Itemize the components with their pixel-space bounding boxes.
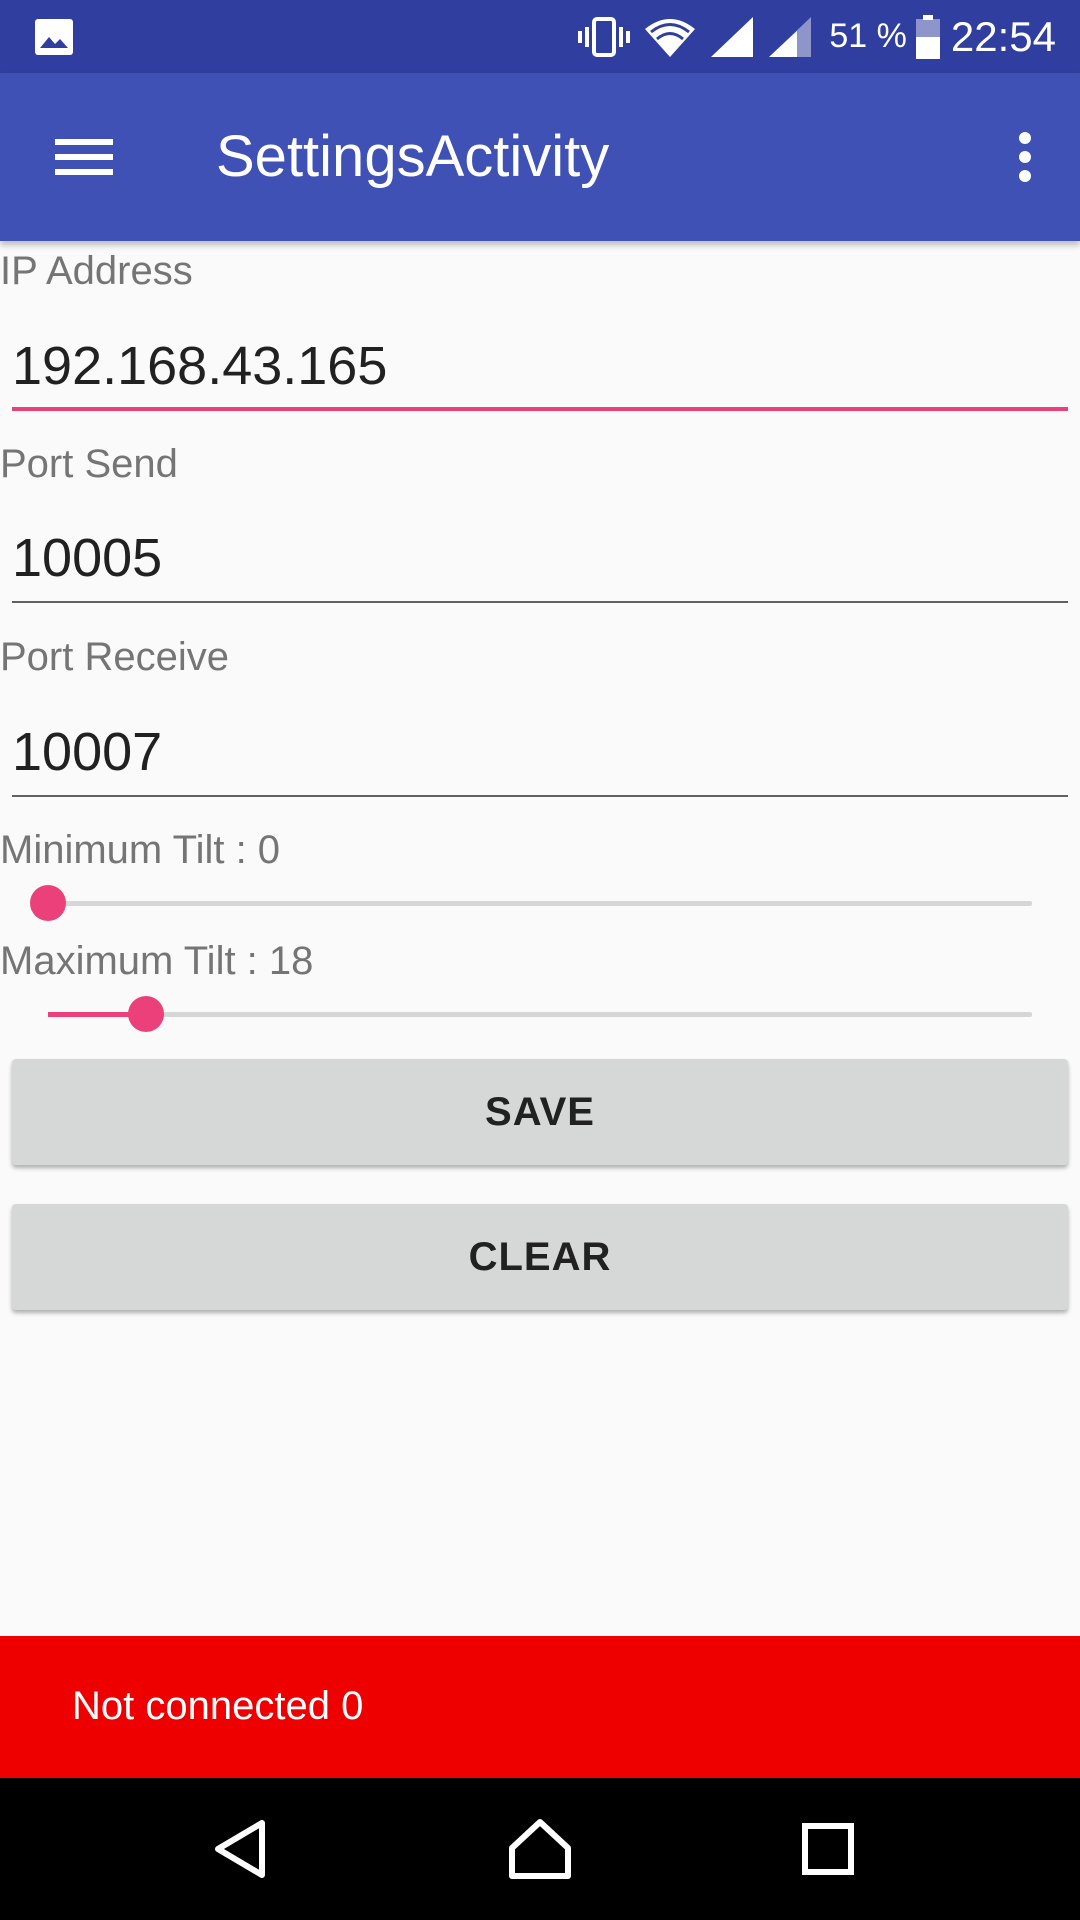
more-vert-icon <box>1019 132 1031 182</box>
page-title: SettingsActivity <box>216 124 610 189</box>
minimum-tilt-label: Minimum Tilt : 0 <box>0 828 281 872</box>
gallery-icon <box>35 19 73 55</box>
signal-icon <box>711 16 754 57</box>
back-button[interactable] <box>190 1799 290 1899</box>
port-receive-input[interactable]: 10007 <box>12 707 1068 797</box>
connection-status-snackbar: Not connected 0 <box>0 1636 1080 1778</box>
minimum-tilt-slider[interactable] <box>30 885 1032 921</box>
back-icon <box>215 1820 265 1878</box>
maximum-tilt-thumb[interactable] <box>128 996 164 1032</box>
port-send-label: Port Send <box>0 442 178 486</box>
status-bar: 51 % 22:54 <box>0 0 1080 73</box>
clock: 22:54 <box>950 12 1056 60</box>
save-button[interactable]: SAVE <box>12 1059 1068 1165</box>
port-send-input[interactable]: 10005 <box>12 513 1068 603</box>
minimum-tilt-thumb[interactable] <box>30 885 66 921</box>
maximum-tilt-slider[interactable] <box>48 996 1032 1032</box>
ip-address-label: IP Address <box>0 249 193 293</box>
connection-status-text: Not connected 0 <box>72 1684 364 1728</box>
menu-button[interactable] <box>40 117 128 197</box>
clear-button[interactable]: CLEAR <box>12 1204 1068 1310</box>
home-icon <box>509 1819 571 1879</box>
battery-percentage: 51 % <box>829 17 907 55</box>
ip-address-input[interactable]: 192.168.43.165 <box>12 321 1068 411</box>
home-button[interactable] <box>490 1799 590 1899</box>
overflow-menu-button[interactable] <box>990 117 1060 197</box>
port-receive-label: Port Receive <box>0 635 229 679</box>
recents-icon <box>802 1823 854 1875</box>
app-bar: SettingsActivity <box>0 73 1080 241</box>
wifi-icon <box>645 18 696 57</box>
battery-icon <box>915 14 940 59</box>
system-navigation-bar <box>0 1778 1080 1920</box>
signal-icon <box>769 16 812 57</box>
recents-button[interactable] <box>778 1799 878 1899</box>
vibrate-icon <box>578 16 631 57</box>
maximum-tilt-label: Maximum Tilt : 18 <box>0 939 314 983</box>
menu-icon <box>55 139 113 175</box>
